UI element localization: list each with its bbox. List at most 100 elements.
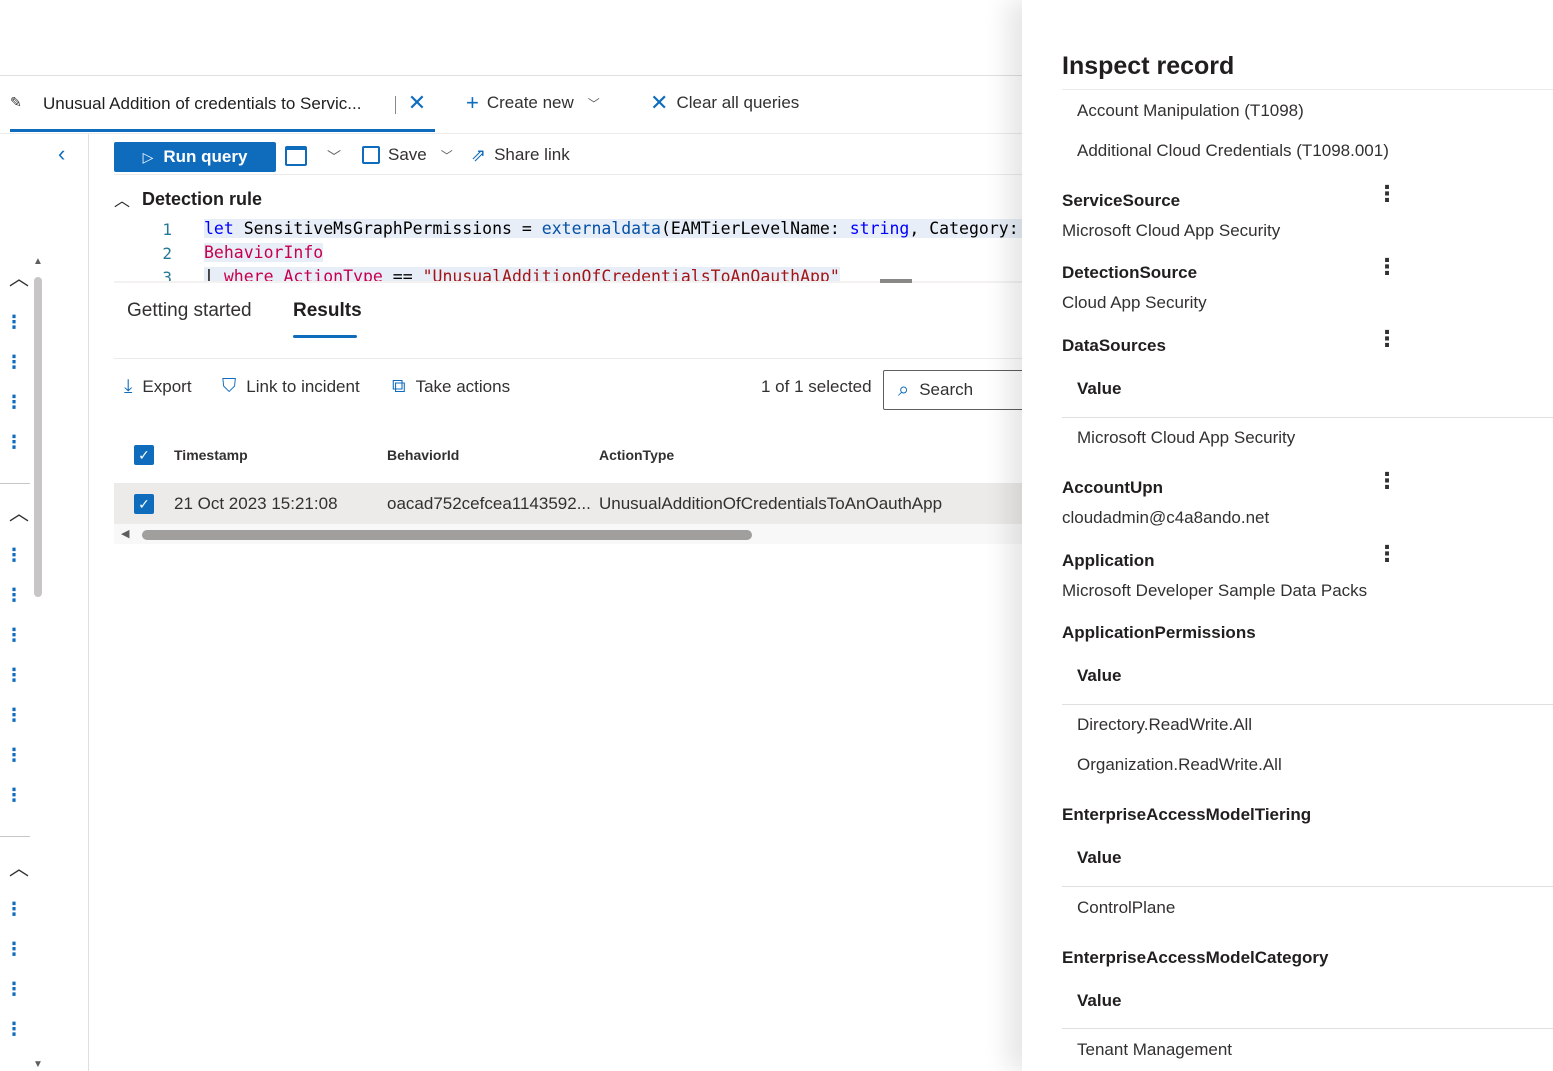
query-editor[interactable]: 1 2 3 let SensitiveMsGraphPermissions = … (114, 215, 1022, 282)
more-vertical-icon[interactable]: ⋮ (5, 353, 23, 371)
share-link-label: Share link (494, 145, 570, 164)
chevron-up-icon[interactable]: ︿ (9, 852, 29, 881)
calendar-icon[interactable] (285, 146, 307, 166)
chevron-up-icon[interactable]: ︿ (9, 497, 29, 526)
active-tab-indicator (293, 335, 357, 338)
more-vertical-icon[interactable]: ⋮ (5, 1020, 23, 1038)
more-vertical-icon[interactable]: ⋮ (5, 746, 23, 764)
field-key-servicesource: ServiceSource (1062, 191, 1181, 210)
close-tab-icon[interactable]: ✕ (405, 88, 429, 118)
field-list-value: Microsoft Cloud App Security (1077, 428, 1296, 447)
chevron-up-icon[interactable]: ︿ (9, 262, 29, 291)
active-tab-indicator (10, 129, 435, 132)
cell-behaviorid: oacad752cefcea1143592... (387, 494, 591, 513)
detection-rule-header[interactable]: ︿ Detection rule (114, 187, 262, 211)
more-options-icon[interactable]: ⋮ (1376, 543, 1398, 565)
search-placeholder: Search (919, 380, 974, 399)
more-vertical-icon[interactable]: ⋮ (5, 433, 23, 451)
line-number: 2 (162, 244, 172, 263)
top-divider (0, 75, 1022, 76)
selection-count: 1 of 1 selected (761, 377, 872, 396)
tab-getting-started[interactable]: Getting started (127, 300, 252, 322)
detection-rule-title: Detection rule (142, 188, 263, 209)
more-vertical-icon[interactable]: ⋮ (5, 980, 23, 998)
line-number: 3 (162, 268, 172, 282)
search-input[interactable]: ⌕ Search (883, 370, 1043, 410)
clear-all-label: Clear all queries (676, 93, 800, 112)
value-column-header: Value (1077, 379, 1122, 398)
panel-title: Inspect record (1062, 52, 1235, 80)
field-list-value: ControlPlane (1077, 898, 1176, 917)
take-actions-button[interactable]: ⧉ Take actions (392, 376, 510, 398)
row-checkbox[interactable]: ✓ (134, 494, 154, 514)
tab-separator (395, 96, 396, 114)
line-number: 1 (162, 220, 172, 239)
column-header-actiontype[interactable]: ActionType (599, 447, 674, 463)
more-vertical-icon[interactable]: ⋮ (5, 786, 23, 804)
field-value-accountupn: cloudadmin@c4a8ando.net (1062, 508, 1270, 527)
more-vertical-icon[interactable]: ⋮ (5, 626, 23, 644)
create-new-button[interactable]: + Create new ﹀ (466, 92, 600, 114)
code-line-2: BehaviorInfo (204, 243, 324, 262)
value-divider (1062, 886, 1553, 887)
left-panel-border (88, 134, 89, 1071)
share-link-button[interactable]: ⇗ Share link (471, 145, 570, 165)
table-row[interactable]: ✓ 21 Oct 2023 15:21:08 oacad752cefcea114… (114, 483, 1022, 524)
field-value-servicesource: Microsoft Cloud App Security (1062, 221, 1281, 240)
save-icon (362, 146, 380, 164)
more-vertical-icon[interactable]: ⋮ (5, 313, 23, 331)
scroll-left-icon[interactable]: ◀ (121, 527, 129, 540)
more-vertical-icon[interactable]: ⋮ (5, 706, 23, 724)
search-icon: ⌕ (898, 378, 910, 401)
column-header-timestamp[interactable]: Timestamp (174, 447, 248, 463)
panel-divider (1062, 89, 1553, 90)
more-vertical-icon[interactable]: ⋮ (5, 546, 23, 564)
run-query-button[interactable]: ▷ Run query (114, 142, 276, 172)
clear-all-queries-button[interactable]: ✕ Clear all queries (650, 92, 799, 114)
scroll-up-icon[interactable]: ▲ (33, 256, 43, 267)
field-list-value: Directory.ReadWrite.All (1077, 715, 1253, 734)
more-options-icon[interactable]: ⋮ (1376, 183, 1398, 205)
scroll-down-icon[interactable]: ▼ (33, 1059, 43, 1070)
table-scrollbar-thumb[interactable] (142, 530, 752, 540)
tab-results[interactable]: Results (293, 300, 362, 322)
chevron-down-icon[interactable]: ﹀ (327, 147, 341, 167)
cell-actiontype: UnusualAdditionOfCredentialsToAnOauthApp (599, 494, 943, 513)
chevron-down-icon: ﹀ (440, 148, 453, 163)
editor-scrollbar-thumb[interactable] (880, 279, 912, 283)
attack-technique: Additional Cloud Credentials (T1098.001) (1077, 141, 1389, 160)
export-label: Export (142, 377, 192, 396)
link-to-incident-button[interactable]: ⛉ Link to incident (222, 376, 360, 398)
more-vertical-icon[interactable]: ⋮ (5, 393, 23, 411)
more-options-icon[interactable]: ⋮ (1376, 256, 1398, 278)
chevron-down-icon: ﹀ (587, 96, 600, 111)
more-vertical-icon[interactable]: ⋮ (5, 900, 23, 918)
more-vertical-icon[interactable]: ⋮ (5, 666, 23, 684)
more-options-icon[interactable]: ⋮ (1376, 328, 1398, 350)
left-divider (0, 483, 30, 484)
save-button[interactable]: Save ﹀ (362, 145, 453, 165)
query-tab[interactable]: ✎ Unusual Addition of credentials to Ser… (0, 82, 435, 132)
value-divider (1062, 704, 1553, 705)
more-vertical-icon[interactable]: ⋮ (5, 940, 23, 958)
toolbar-divider (114, 174, 1022, 175)
code-line-1: let SensitiveMsGraphPermissions = extern… (204, 219, 1022, 238)
column-header-behaviorid[interactable]: BehaviorId (387, 447, 459, 463)
left-scrollbar-thumb[interactable] (34, 277, 42, 597)
share-icon: ⇗ (471, 145, 487, 165)
close-icon: ✕ (650, 90, 669, 115)
more-options-icon[interactable]: ⋮ (1376, 470, 1398, 492)
export-button[interactable]: ⤓ Export (124, 376, 192, 398)
field-key-applicationpermissions: ApplicationPermissions (1062, 623, 1256, 642)
cell-timestamp: 21 Oct 2023 15:21:08 (174, 494, 338, 513)
shield-icon: ⛉ (222, 376, 237, 397)
value-column-header: Value (1077, 848, 1122, 867)
select-all-checkbox[interactable]: ✓ (134, 445, 154, 465)
run-query-label: Run query (163, 147, 248, 166)
value-column-header: Value (1077, 666, 1122, 685)
field-value-application: Microsoft Developer Sample Data Packs (1062, 581, 1368, 600)
field-key-datasources: DataSources (1062, 336, 1166, 355)
collapse-left-panel-icon[interactable]: ‹ (58, 140, 80, 168)
more-vertical-icon[interactable]: ⋮ (5, 586, 23, 604)
field-list-value: Tenant Management (1077, 1040, 1232, 1059)
